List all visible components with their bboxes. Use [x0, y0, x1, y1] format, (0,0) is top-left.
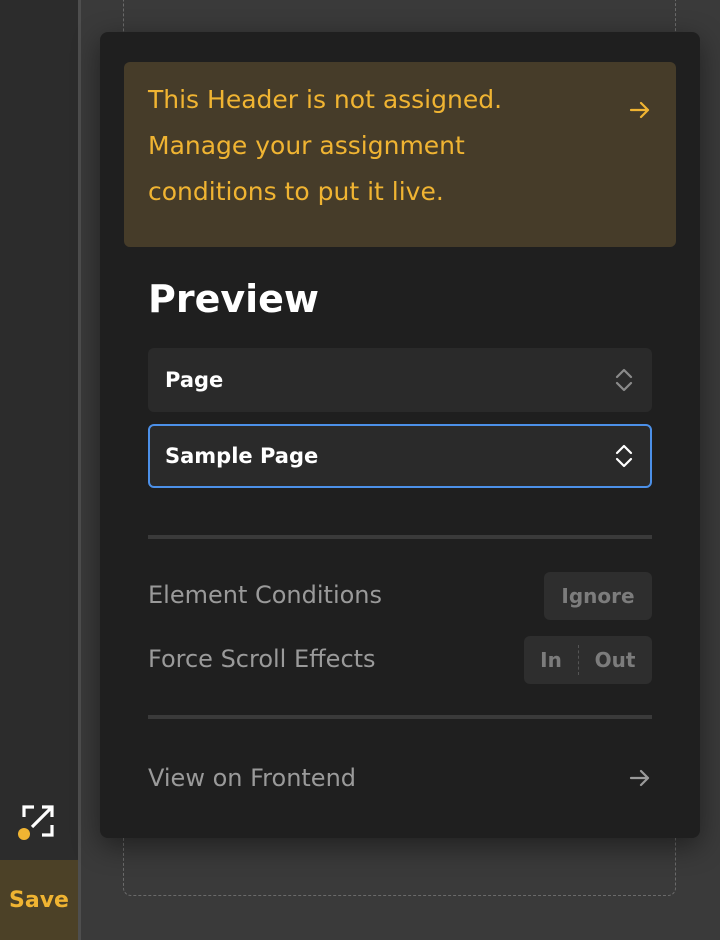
scroll-out-button[interactable]: Out: [579, 636, 651, 684]
open-external-button[interactable]: [18, 803, 56, 840]
preview-item-select[interactable]: Sample Page: [148, 424, 652, 488]
preview-panel: This Header is not assigned. Manage your…: [100, 32, 700, 838]
assignment-notice[interactable]: This Header is not assigned. Manage your…: [124, 62, 676, 247]
chevron-up-down-icon: [615, 444, 633, 468]
view-on-frontend-link[interactable]: View on Frontend: [148, 756, 652, 800]
left-sidebar: Save: [0, 0, 78, 940]
assignment-notice-text: This Header is not assigned. Manage your…: [148, 85, 503, 206]
arrow-right-icon: [629, 101, 650, 119]
scroll-effects-toggle: In Out: [524, 636, 652, 684]
preview-item-value: Sample Page: [165, 444, 319, 468]
force-scroll-effects-label: Force Scroll Effects: [148, 645, 376, 673]
arrow-right-icon: [629, 769, 650, 787]
unsaved-indicator-dot: [18, 828, 30, 840]
section-divider: [148, 715, 652, 719]
chevron-up-down-icon: [615, 368, 633, 392]
scroll-in-button[interactable]: In: [524, 636, 578, 684]
sidebar-divider: [78, 0, 81, 940]
preview-title: Preview: [148, 277, 320, 321]
save-button[interactable]: Save: [0, 860, 78, 940]
section-divider: [148, 535, 652, 539]
preview-type-select[interactable]: Page: [148, 348, 652, 412]
element-conditions-label: Element Conditions: [148, 581, 383, 609]
view-on-frontend-label: View on Frontend: [148, 764, 357, 792]
preview-type-value: Page: [165, 368, 224, 392]
ignore-conditions-button[interactable]: Ignore: [544, 572, 652, 620]
